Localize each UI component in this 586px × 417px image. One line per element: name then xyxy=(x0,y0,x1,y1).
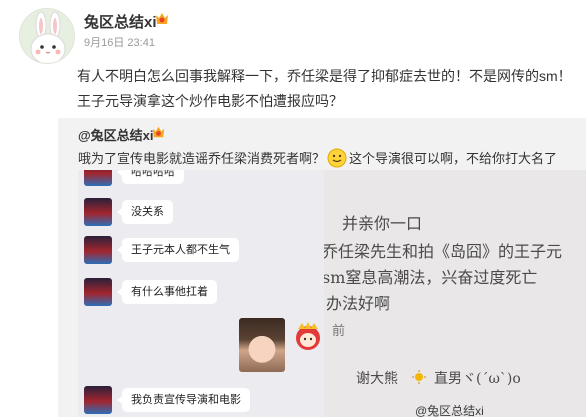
sun-emoji-icon xyxy=(412,370,426,384)
chat-avatar xyxy=(84,386,112,414)
chat-bubble: 我负责宣传导演和电影 xyxy=(117,388,250,412)
chat-bubble: 有什么事他扛着 xyxy=(117,280,217,304)
note-line: 直男ヾ(´ω`)o xyxy=(434,371,521,387)
post-timestamp[interactable]: 9月16日 23:41 xyxy=(84,34,155,50)
chat-avatar xyxy=(84,198,112,226)
weibo-post: 兔区总结xi 9月16日 23:41 有人不明白怎么回事我解释一下，乔任梁是得了… xyxy=(0,0,586,417)
chat-screenshot-image[interactable]: 哈哈哈哈 没关系 王子元本人都不生气 有什么事他扛着 我负责宣传导演和电影 xyxy=(78,170,332,417)
member-badge-icon[interactable] xyxy=(153,10,171,28)
weibo-watermark: @兔区总结xi xyxy=(415,404,484,417)
rabbit-avatar-icon xyxy=(30,11,66,63)
note-line: 办法好啊 xyxy=(326,294,391,313)
repost-author-link[interactable]: @兔区总结xi xyxy=(78,125,154,144)
note-line: 乔任梁先生和拍《岛囧》的王子元 xyxy=(324,242,563,261)
note-line: 并亲你一口 xyxy=(342,214,423,233)
member-badge-icon[interactable] xyxy=(150,124,167,141)
chat-bubble: 没关系 xyxy=(117,200,173,224)
smiley-emoji-icon xyxy=(327,148,347,168)
chat-avatar xyxy=(84,236,112,264)
repost-text-before-emoji: 哦为了宣传电影就造谣乔任梁消费死者啊？ xyxy=(78,151,326,166)
note-line: 前 xyxy=(332,324,346,339)
repost-block: @兔区总结xi 哦为了宣传电影就造谣乔任梁消费死者啊？ 这个导演很可以啊，不给你打… xyxy=(58,118,586,417)
repost-text: 哦为了宣传电影就造谣乔任梁消费死者啊？ 这个导演很可以啊，不给你打大名了 xyxy=(78,148,586,168)
chat-bubble: 王子元本人都不生气 xyxy=(117,238,239,262)
note-line: sm窒息高潮法，兴奋过度死亡 xyxy=(324,268,538,287)
repost-text-after-emoji: 这个导演很可以啊，不给你打大名了 xyxy=(349,151,558,166)
note-line: 谢大熊 xyxy=(356,371,398,387)
username[interactable]: 兔区总结xi xyxy=(84,11,157,32)
user-avatar[interactable] xyxy=(19,8,75,64)
post-text: 有人不明白怎么回事我解释一下，乔任梁是得了抑郁症去世的！不是网传的sm！王子元导… xyxy=(77,68,572,109)
chat-avatar xyxy=(84,278,112,306)
mascot-sticker-icon xyxy=(296,322,320,350)
child-photo xyxy=(239,318,285,372)
chat-avatar xyxy=(84,170,112,186)
handwritten-note-image[interactable]: 并亲你一口 乔任梁先生和拍《岛囧》的王子元 sm窒息高潮法，兴奋过度死亡 办法好… xyxy=(324,170,586,417)
chat-bubble: 哈哈哈哈 xyxy=(117,170,184,184)
